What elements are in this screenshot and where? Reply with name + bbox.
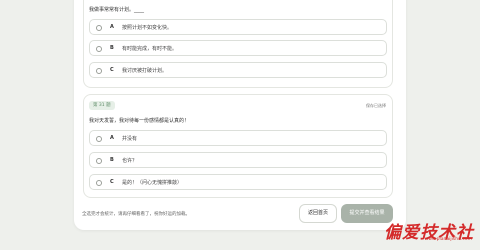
option-label: 有时能完成，有时不能。: [122, 46, 178, 52]
question-card-2: 第 31 题 保存已选择 我对天发誓，我对待每一份感情都是认真的！ A 并没有 …: [83, 94, 393, 198]
answer-status: 保存已选择: [366, 103, 386, 108]
option-b[interactable]: B 也许？: [89, 152, 387, 168]
radio-icon[interactable]: [96, 179, 102, 186]
option-letter: A: [110, 24, 114, 30]
option-letter: C: [110, 67, 114, 73]
option-letter: A: [110, 135, 114, 141]
radio-icon[interactable]: [96, 157, 102, 164]
option-a[interactable]: A 并没有: [89, 130, 387, 146]
radio-icon[interactable]: [96, 135, 102, 142]
option-c[interactable]: C 是的！（问心无愧拼推敲）: [89, 174, 387, 190]
watermark-url: www.pianaijishu.com: [424, 237, 472, 242]
question-text: 我做事常常有计划。____: [89, 7, 145, 13]
radio-icon[interactable]: [96, 45, 102, 52]
radio-icon[interactable]: [96, 67, 102, 74]
option-c[interactable]: C 我讨厌被打破计划。: [89, 62, 387, 78]
question-number-badge: 第 31 题: [89, 101, 115, 110]
option-letter: B: [110, 45, 114, 51]
back-home-button[interactable]: 返回首页: [299, 204, 337, 223]
footer-note: 全选完才会统计，请再仔细看看了，祝你好运的加载。: [82, 212, 190, 217]
option-label: 我讨厌被打破计划。: [122, 68, 168, 74]
question-text: 我对天发誓，我对待每一份感情都是认真的！: [89, 118, 190, 124]
option-a[interactable]: A 按照计划不如变化快。: [89, 19, 387, 35]
watermark-logo: 偏爱技术社 www.pianaijishu.com: [362, 218, 474, 243]
option-b[interactable]: B 有时能完成，有时不能。: [89, 40, 387, 56]
option-letter: C: [110, 179, 114, 185]
option-label: 也许？: [122, 158, 138, 164]
radio-icon[interactable]: [96, 24, 102, 31]
option-label: 并没有: [122, 136, 138, 142]
question-card-1: 我做事常常有计划。____ A 按照计划不如变化快。 B 有时能完成，有时不能。…: [83, 0, 393, 88]
option-letter: B: [110, 157, 114, 163]
option-label: 是的！（问心无愧拼推敲）: [122, 180, 183, 186]
option-label: 按照计划不如变化快。: [122, 25, 173, 31]
